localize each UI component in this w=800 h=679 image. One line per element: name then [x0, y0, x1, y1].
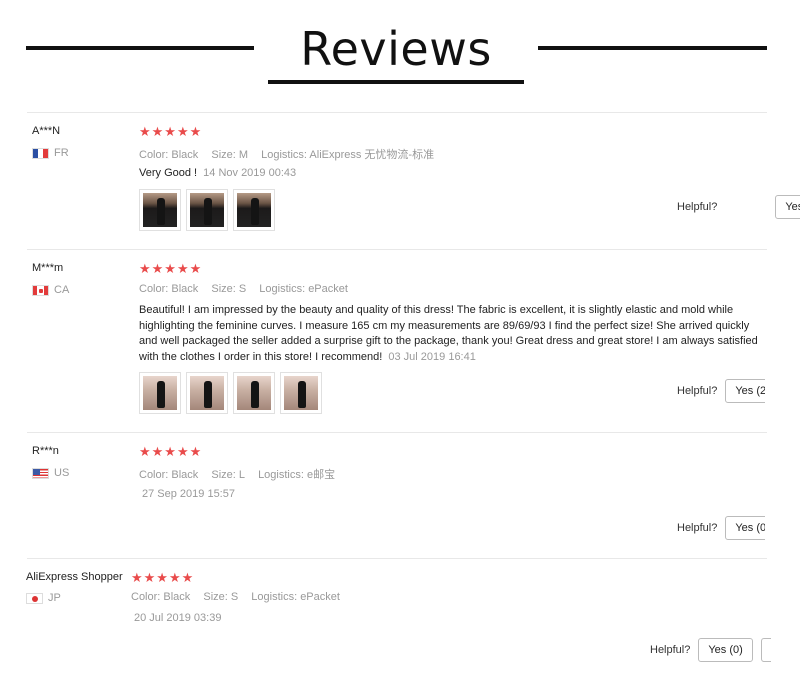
country-code: CA: [54, 284, 70, 296]
review-item: A***N FR ★★★★★ Color: Black Size: M Logi…: [0, 112, 800, 249]
reviewer-name: A***N: [32, 125, 61, 137]
size-attr: Size: M: [211, 149, 249, 161]
star-rating: ★★★★★: [131, 570, 195, 585]
header-rule-left: [26, 46, 254, 50]
helpful-yes-button[interactable]: Yes (2): [725, 379, 766, 403]
star-rating: ★★★★★: [139, 124, 203, 139]
country-code: JP: [48, 592, 61, 604]
logistics-attr: Logistics: ePacket: [251, 591, 340, 603]
star-rating: ★★★★★: [139, 261, 203, 276]
color-attr: Color: Black: [139, 469, 199, 481]
france-flag-icon: [32, 147, 49, 159]
canada-flag-icon: [32, 284, 49, 296]
helpful-row: Helpful? Yes (2): [677, 379, 766, 403]
helpful-yes-button[interactable]: Yes (1): [775, 195, 800, 219]
size-attr: Size: L: [211, 469, 245, 481]
review-meta: Color: Black Size: M Logistics: AliExpre…: [139, 146, 444, 162]
review-photo[interactable]: [280, 372, 322, 414]
helpful-label: Helpful?: [677, 201, 718, 213]
reviewer-name: M***m: [32, 262, 64, 274]
logistics-attr: Logistics: e邮宝: [258, 469, 336, 481]
review-photos: [139, 189, 275, 231]
review-photo[interactable]: [186, 189, 228, 231]
review-photo[interactable]: [139, 189, 181, 231]
country-code: FR: [54, 147, 69, 159]
color-attr: Color: Black: [139, 283, 199, 295]
helpful-row: Helpful? Yes (1): [677, 195, 800, 219]
country-code: US: [54, 467, 70, 479]
title-underline: [268, 80, 524, 84]
review-item: AliExpress Shopper JP ★★★★★ Color: Black…: [0, 558, 800, 679]
logistics-attr: Logistics: ePacket: [259, 283, 348, 295]
review-date: 03 Jul 2019 16:41: [388, 350, 476, 363]
review-photo[interactable]: [233, 189, 275, 231]
helpful-row: Helpful? Yes (0): [650, 638, 771, 662]
review-date: 20 Jul 2019 03:39: [134, 612, 222, 624]
helpful-no-button[interactable]: [760, 638, 771, 662]
size-attr: Size: S: [203, 591, 239, 603]
review-item: R***n US ★★★★★ Color: Black Size: L Logi…: [0, 432, 800, 558]
review-date: 27 Sep 2019 15:57: [142, 488, 235, 500]
reviewer-country: FR: [32, 147, 69, 159]
review-photo[interactable]: [139, 372, 181, 414]
review-photo[interactable]: [186, 372, 228, 414]
helpful-label: Helpful?: [677, 385, 718, 397]
review-meta: Color: Black Size: L Logistics: e邮宝: [139, 466, 345, 482]
us-flag-icon: [32, 467, 49, 479]
review-photos: [139, 372, 322, 414]
logistics-attr: Logistics: AliExpress 无忧物流-标准: [261, 149, 435, 161]
reviewer-name: AliExpress Shopper: [26, 571, 123, 583]
review-date: 14 Nov 2019 00:43: [203, 167, 297, 179]
size-attr: Size: S: [211, 283, 247, 295]
page-title: Reviews: [300, 22, 492, 76]
review-photo[interactable]: [233, 372, 275, 414]
helpful-row: Helpful? Yes (0): [677, 516, 766, 540]
reviewer-name: R***n: [32, 445, 59, 457]
review-meta: Color: Black Size: S Logistics: ePacket: [131, 591, 350, 603]
japan-flag-icon: [26, 592, 43, 604]
helpful-yes-button[interactable]: Yes (0): [725, 516, 766, 540]
reviewer-country: US: [32, 467, 69, 479]
review-text: Beautiful! I am impressed by the beauty …: [139, 303, 761, 365]
color-attr: Color: Black: [131, 591, 191, 603]
header-rule-right: [538, 46, 767, 50]
star-rating: ★★★★★: [139, 444, 203, 459]
review-item: M***m CA ★★★★★ Color: Black Size: S Logi…: [0, 249, 800, 432]
color-attr: Color: Black: [139, 149, 199, 161]
reviewer-country: JP: [26, 592, 61, 604]
helpful-yes-button[interactable]: Yes (0): [698, 638, 753, 662]
helpful-label: Helpful?: [677, 522, 718, 534]
review-meta: Color: Black Size: S Logistics: ePacket: [139, 283, 358, 295]
helpful-label: Helpful?: [650, 644, 691, 656]
review-text: Very Good ! 14 Nov 2019 00:43: [139, 166, 759, 182]
reviewer-country: CA: [32, 284, 69, 296]
review-body: Very Good !: [139, 167, 198, 179]
